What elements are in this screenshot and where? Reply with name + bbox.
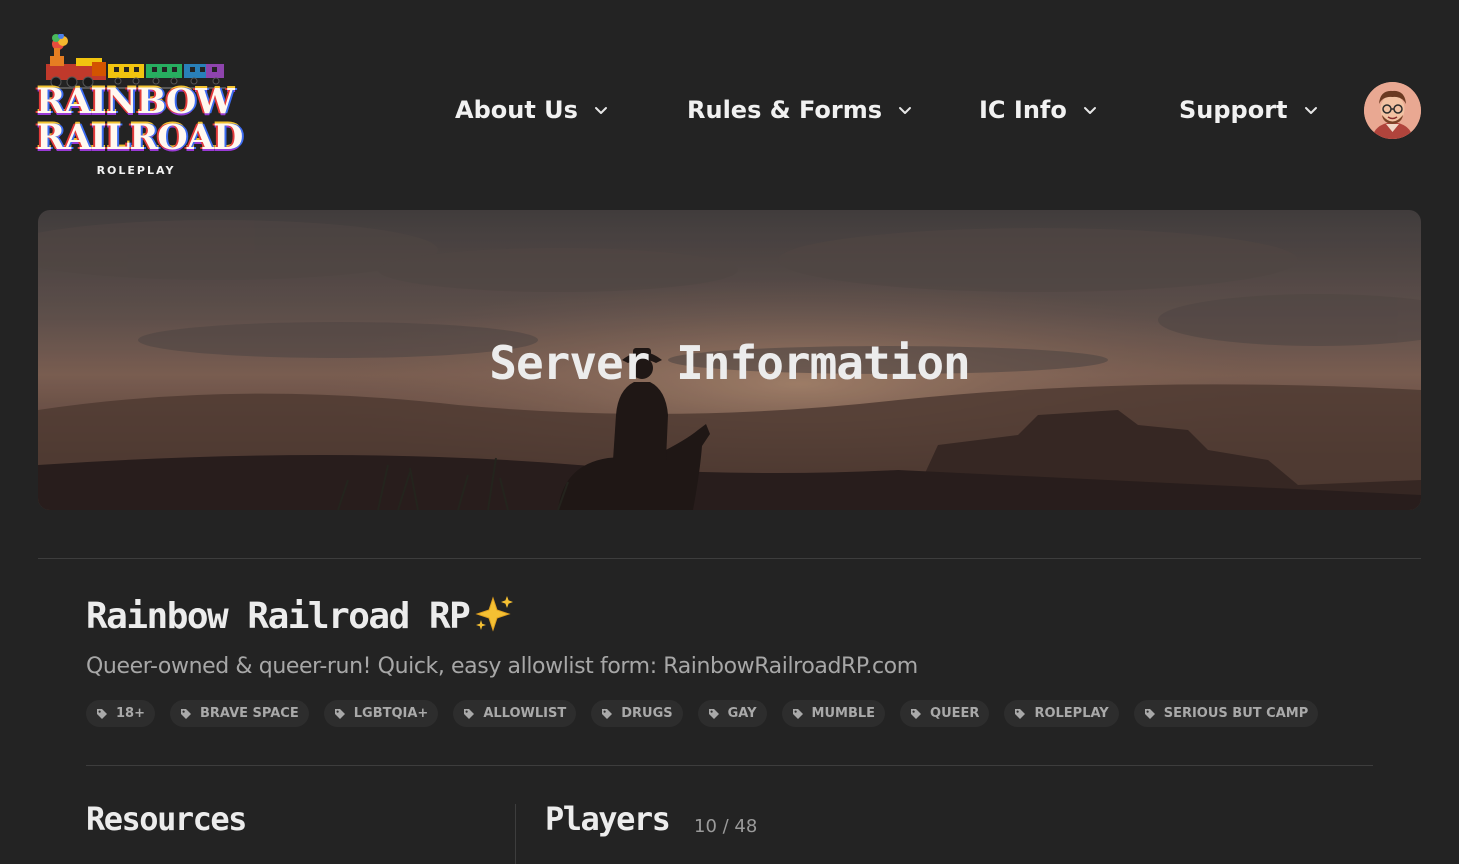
sparkles-icon	[475, 596, 514, 632]
nav-ic-info[interactable]: IC Info	[979, 88, 1097, 132]
tag-label: 18+	[116, 706, 145, 721]
column-divider	[515, 804, 516, 864]
tag-icon	[97, 708, 107, 719]
server-title: Rainbow Railroad RP	[86, 594, 515, 637]
tag-icon	[334, 708, 345, 719]
site-logo[interactable]: RAINBOW RAILROAD ROLEPLAY	[36, 34, 243, 182]
tag-label: BRAVE SPACE	[199, 706, 299, 721]
tag-mumble: MUMBLE	[781, 700, 886, 727]
logo-wordmark: RAINBOW RAILROAD	[36, 81, 243, 158]
tag-lgbtqia: LGBTQIA+	[323, 700, 439, 727]
tag-label: GAY	[727, 706, 757, 721]
tag-label: LGBTQIA+	[353, 706, 429, 721]
nav-label: IC Info	[979, 96, 1067, 124]
server-description: Queer-owned & queer-run! Quick, easy all…	[86, 654, 918, 679]
tag-label: ALLOWLIST	[483, 706, 567, 721]
nav-label: Rules & Forms	[687, 96, 883, 124]
tag-gay: GAY	[697, 700, 767, 727]
tag-allowlist: ALLOWLIST	[453, 700, 577, 727]
tag-icon	[602, 708, 613, 719]
resources-heading: Resources	[86, 800, 247, 838]
hero-banner: Server Information	[38, 210, 1421, 510]
user-avatar[interactable]	[1364, 82, 1421, 139]
tag-label: DRUGS	[621, 706, 673, 721]
card-divider	[86, 765, 1373, 766]
server-name: Rainbow Railroad RP	[86, 596, 471, 637]
tag-icon	[1015, 708, 1026, 719]
tag-roleplay: ROLEPLAY	[1004, 700, 1119, 727]
logo-subtitle: ROLEPLAY	[96, 164, 176, 177]
chevron-down-icon	[1304, 107, 1317, 114]
tag-label: SERIOUS BUT CAMP	[1163, 706, 1309, 721]
tag-brave-space: BRAVE SPACE	[169, 700, 309, 727]
nav-label: About Us	[455, 96, 578, 124]
logo-line-1: RAINBOW	[36, 81, 235, 122]
logo-line-2: RAILROAD	[36, 117, 243, 158]
tag-icon	[464, 708, 475, 719]
nav-about-us[interactable]: About Us	[455, 88, 608, 132]
tag-label: MUMBLE	[811, 706, 876, 721]
player-count: 10 / 48	[694, 816, 758, 837]
section-divider	[38, 558, 1421, 559]
tag-drugs: DRUGS	[591, 700, 683, 727]
players-heading: Players	[545, 800, 671, 838]
tag-icon	[1144, 708, 1155, 719]
chevron-down-icon	[594, 107, 607, 114]
tag-icon	[180, 708, 191, 719]
nav-rules-forms[interactable]: Rules & Forms	[687, 88, 912, 132]
tag-18-plus: 18+	[86, 700, 155, 727]
tag-icon	[792, 708, 803, 719]
nav-label: Support	[1179, 96, 1288, 124]
chevron-down-icon	[1083, 107, 1096, 114]
tag-label: ROLEPLAY	[1034, 706, 1109, 721]
chevron-down-icon	[899, 107, 912, 114]
nav-support[interactable]: Support	[1179, 88, 1318, 132]
hero-title: Server Information	[489, 336, 971, 390]
tag-icon	[708, 708, 719, 719]
tag-queer: QUEER	[900, 700, 990, 727]
tag-label: QUEER	[930, 706, 980, 721]
tag-icon	[911, 708, 922, 719]
site-header: RAINBOW RAILROAD ROLEPLAY About Us Rules…	[0, 0, 1459, 210]
avatar-illustration	[1364, 82, 1421, 139]
tag-list: 18+ BRAVE SPACE LGBTQIA+ ALLOWLIST DRUGS…	[86, 700, 1319, 727]
tag-serious-but-camp: SERIOUS BUT CAMP	[1133, 700, 1319, 727]
